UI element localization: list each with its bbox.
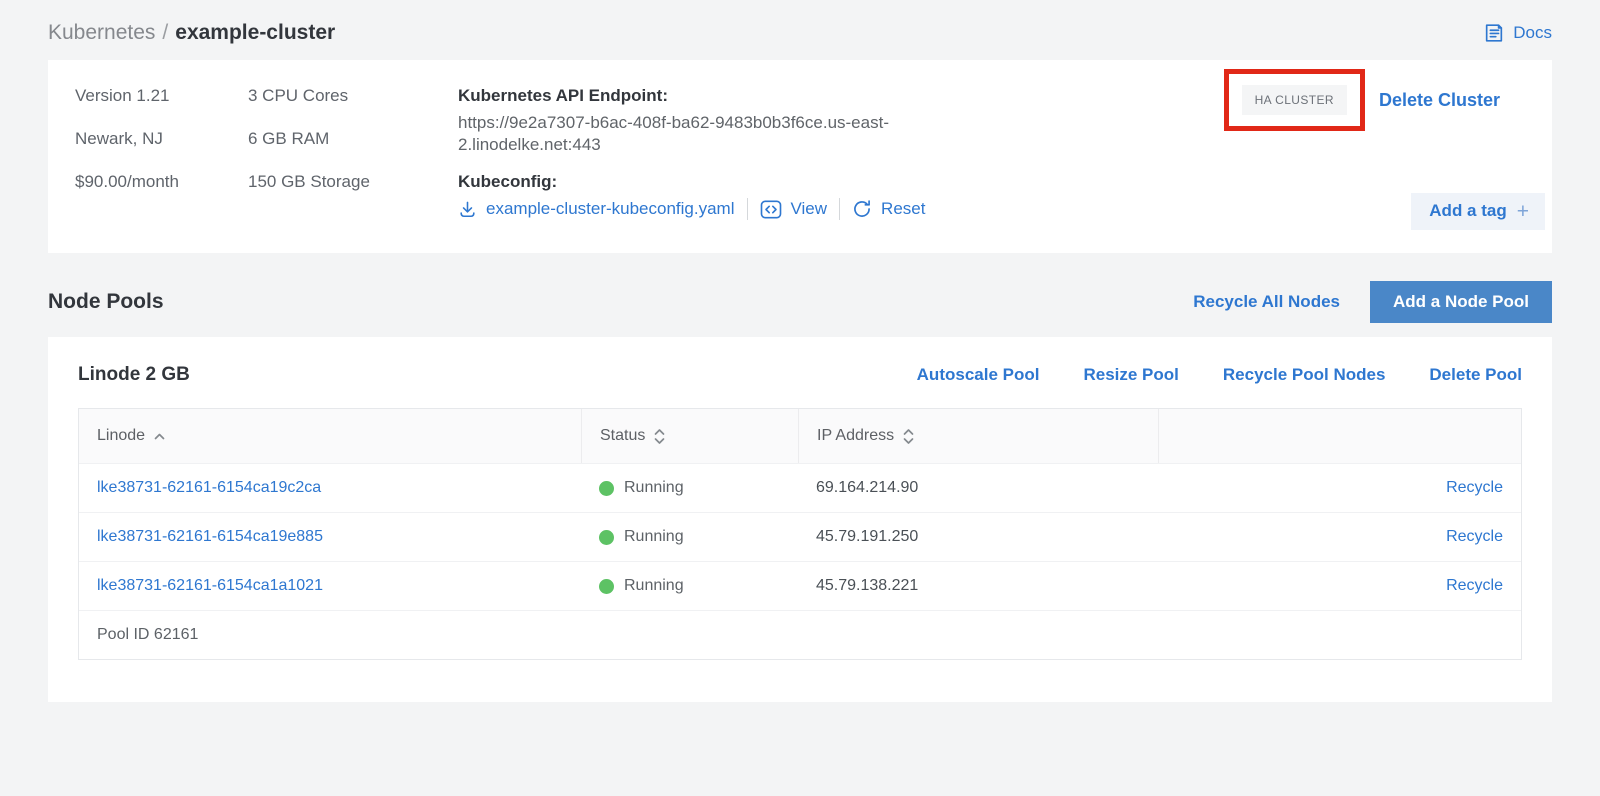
topbar: Kubernetes / example-cluster Docs xyxy=(48,14,1552,52)
code-view-icon xyxy=(760,200,782,219)
pool-id: Pool ID 62161 xyxy=(79,626,198,644)
node-pool-card: Linode 2 GB Autoscale Pool Resize Pool R… xyxy=(48,337,1552,702)
status-cell: Running xyxy=(581,577,798,595)
column-header-ip[interactable]: IP Address xyxy=(798,409,1158,463)
recycle-all-nodes-button[interactable]: Recycle All Nodes xyxy=(1193,292,1340,312)
delete-pool-button[interactable]: Delete Pool xyxy=(1429,365,1522,385)
breadcrumb-kubernetes[interactable]: Kubernetes xyxy=(48,21,155,44)
annotation-highlight-box: HA CLUSTER xyxy=(1224,69,1365,131)
recycle-node-button[interactable]: Recycle xyxy=(1446,577,1503,594)
column-header-actions xyxy=(1158,409,1521,463)
node-link[interactable]: lke38731-62161-6154ca1a1021 xyxy=(97,577,323,594)
node-table: Linode Status IP Address xyxy=(78,408,1522,660)
breadcrumb: Kubernetes / example-cluster xyxy=(48,21,335,45)
node-pools-header: Node Pools Recycle All Nodes Add a Node … xyxy=(48,281,1552,323)
recycle-pool-nodes-button[interactable]: Recycle Pool Nodes xyxy=(1223,365,1386,385)
kubeconfig-reset-link[interactable]: Reset xyxy=(852,199,925,219)
cluster-summary-panel: Version 1.21 Newark, NJ $90.00/month 3 C… xyxy=(48,60,1552,253)
cluster-cpu: 3 CPU Cores xyxy=(248,86,458,106)
add-tag-button[interactable]: Add a tag + xyxy=(1411,193,1545,230)
refresh-icon xyxy=(852,199,872,219)
status-running-dot-icon xyxy=(599,530,614,545)
status-text: Running xyxy=(624,528,684,546)
kubeconfig-actions: example-cluster-kubeconfig.yaml View xyxy=(458,198,928,220)
cluster-version: Version 1.21 xyxy=(75,86,248,106)
docs-document-icon xyxy=(1483,22,1505,44)
status-running-dot-icon xyxy=(599,579,614,594)
breadcrumb-separator: / xyxy=(162,21,168,44)
api-endpoint-label: Kubernetes API Endpoint: xyxy=(458,86,928,106)
kubeconfig-download-link[interactable]: example-cluster-kubeconfig.yaml xyxy=(458,199,735,219)
summary-top-right: HA CLUSTER Delete Cluster xyxy=(1224,69,1500,131)
ha-cluster-badge: HA CLUSTER xyxy=(1242,85,1347,115)
endpoint-block: Kubernetes API Endpoint: https://9e2a730… xyxy=(458,86,928,223)
node-link[interactable]: lke38731-62161-6154ca19e885 xyxy=(97,528,323,545)
reset-label: Reset xyxy=(881,199,925,219)
spec-column-2: 3 CPU Cores 6 GB RAM 150 GB Storage xyxy=(248,86,458,223)
recycle-node-button[interactable]: Recycle xyxy=(1446,479,1503,496)
cluster-region: Newark, NJ xyxy=(75,129,248,149)
node-pools-actions: Recycle All Nodes Add a Node Pool xyxy=(1193,281,1552,323)
api-endpoint-url: https://9e2a7307-b6ac-408f-ba62-9483b0b3… xyxy=(458,112,910,156)
pool-header: Linode 2 GB Autoscale Pool Resize Pool R… xyxy=(78,364,1522,386)
divider xyxy=(839,198,840,220)
status-text: Running xyxy=(624,479,684,497)
cluster-ram: 6 GB RAM xyxy=(248,129,458,149)
table-header-row: Linode Status IP Address xyxy=(79,409,1521,463)
spec-column-1: Version 1.21 Newark, NJ $90.00/month xyxy=(75,86,248,223)
linode-column-label: Linode xyxy=(97,427,145,445)
sort-ascending-icon xyxy=(153,432,166,441)
cluster-storage: 150 GB Storage xyxy=(248,172,458,192)
ip-address: 69.164.214.90 xyxy=(816,479,918,496)
column-header-status[interactable]: Status xyxy=(581,409,798,463)
pool-actions: Autoscale Pool Resize Pool Recycle Pool … xyxy=(917,365,1522,385)
column-header-linode[interactable]: Linode xyxy=(79,409,581,463)
view-label: View xyxy=(791,199,828,219)
autoscale-pool-button[interactable]: Autoscale Pool xyxy=(917,365,1040,385)
status-column-label: Status xyxy=(600,427,645,445)
kubeconfig-label: Kubeconfig: xyxy=(458,172,928,192)
breadcrumb-cluster-name: example-cluster xyxy=(175,21,335,44)
kubernetes-cluster-detail-page: Kubernetes / example-cluster Docs Version … xyxy=(0,0,1600,702)
divider xyxy=(747,198,748,220)
kubeconfig-view-link[interactable]: View xyxy=(760,199,828,219)
status-running-dot-icon xyxy=(599,481,614,496)
delete-cluster-button[interactable]: Delete Cluster xyxy=(1379,90,1500,111)
pool-name: Linode 2 GB xyxy=(78,364,190,386)
table-row: lke38731-62161-6154ca19e885 Running 45.7… xyxy=(79,512,1521,561)
node-pools-title: Node Pools xyxy=(48,290,164,314)
status-text: Running xyxy=(624,577,684,595)
add-node-pool-button[interactable]: Add a Node Pool xyxy=(1370,281,1552,323)
ip-column-label: IP Address xyxy=(817,427,894,445)
table-footer-row: Pool ID 62161 xyxy=(79,610,1521,659)
ip-address: 45.79.138.221 xyxy=(816,577,918,594)
sort-both-icon xyxy=(653,428,666,445)
table-row: lke38731-62161-6154ca1a1021 Running 45.7… xyxy=(79,561,1521,610)
plus-icon: + xyxy=(1517,203,1529,220)
docs-label: Docs xyxy=(1513,23,1552,43)
node-link[interactable]: lke38731-62161-6154ca19c2ca xyxy=(97,479,321,496)
docs-link[interactable]: Docs xyxy=(1483,22,1552,44)
recycle-node-button[interactable]: Recycle xyxy=(1446,528,1503,545)
ip-address: 45.79.191.250 xyxy=(816,528,918,545)
resize-pool-button[interactable]: Resize Pool xyxy=(1083,365,1178,385)
kubeconfig-filename: example-cluster-kubeconfig.yaml xyxy=(486,199,735,219)
status-cell: Running xyxy=(581,479,798,497)
add-tag-label: Add a tag xyxy=(1429,201,1506,221)
download-icon xyxy=(458,200,477,219)
status-cell: Running xyxy=(581,528,798,546)
table-row: lke38731-62161-6154ca19c2ca Running 69.1… xyxy=(79,463,1521,512)
sort-both-icon xyxy=(902,428,915,445)
cluster-price: $90.00/month xyxy=(75,172,248,192)
